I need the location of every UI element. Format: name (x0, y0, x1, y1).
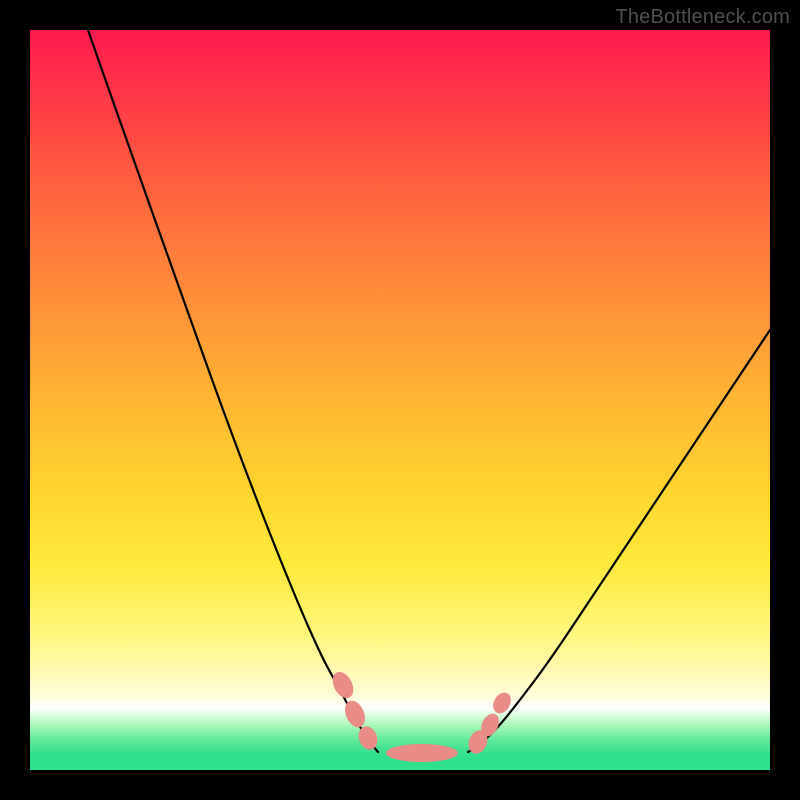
right-curve (468, 330, 770, 752)
curve-svg (30, 30, 770, 770)
trough-marker (355, 724, 380, 753)
left-curve (88, 30, 378, 752)
trough-marker (386, 744, 458, 762)
trough-markers (328, 668, 514, 762)
watermark-text: TheBottleneck.com (615, 6, 790, 29)
chart-frame: TheBottleneck.com (0, 0, 800, 800)
trough-marker (341, 698, 369, 731)
trough-marker (328, 668, 357, 701)
plot-area (28, 28, 772, 772)
